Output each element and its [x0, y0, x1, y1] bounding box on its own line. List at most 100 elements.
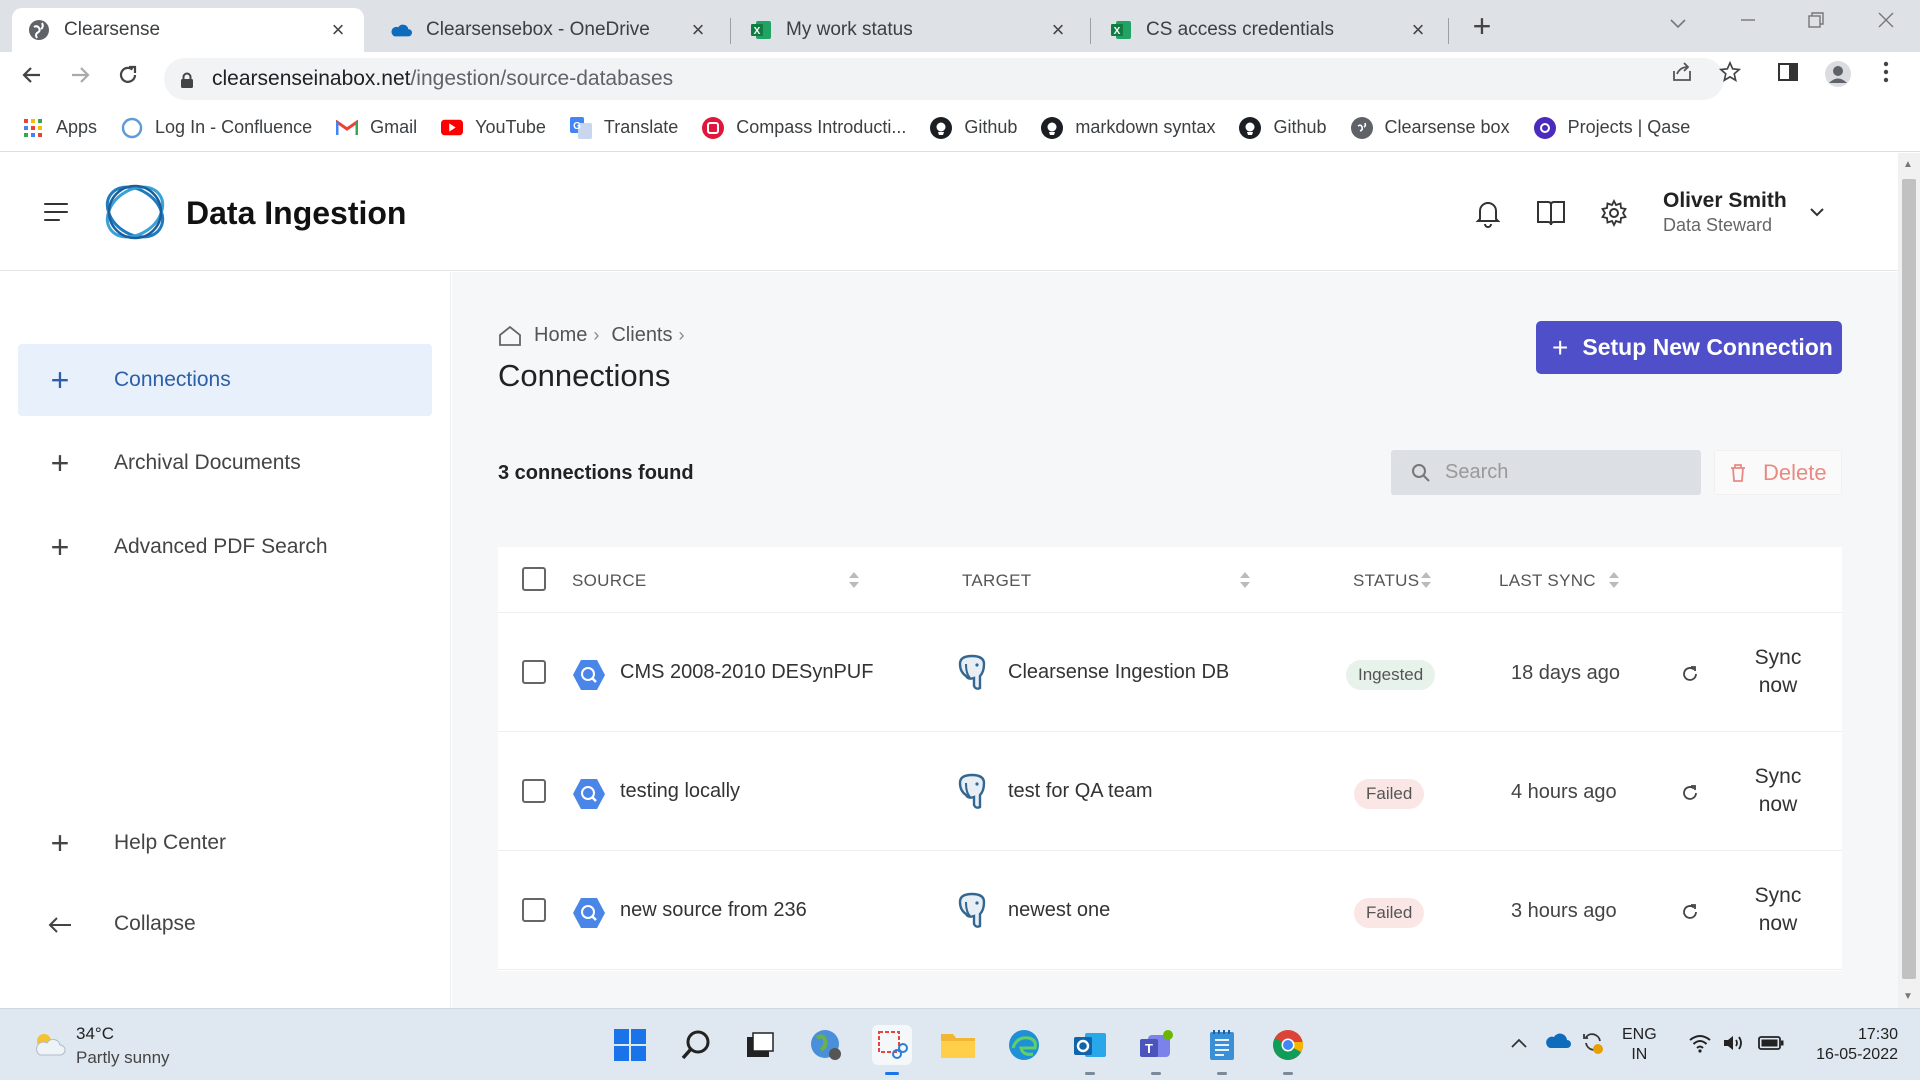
minimize-icon[interactable]	[1726, 4, 1770, 40]
sidebar-item-collapse[interactable]: Collapse	[18, 888, 432, 960]
bookmark-confluence[interactable]: Log In - Confluence	[121, 117, 312, 139]
bookmark-clearsense-box[interactable]: Clearsense box	[1350, 116, 1510, 139]
sidebar-item-archival-documents[interactable]: + Archival Documents	[18, 427, 432, 499]
teams-icon[interactable]: T	[1136, 1025, 1176, 1075]
tab-search-chevron-icon[interactable]	[1656, 4, 1700, 40]
edge-icon[interactable]	[1004, 1025, 1044, 1065]
sidebar-item-label: Archival Documents	[114, 451, 301, 474]
page-scrollbar[interactable]: ▲ ▼	[1898, 153, 1920, 1008]
sync-status-icon[interactable]	[1580, 1029, 1606, 1060]
volume-icon[interactable]	[1722, 1033, 1746, 1058]
home-icon[interactable]	[498, 325, 522, 347]
table-row[interactable]: CMS 2008-2010 DESynPUF Clearsense Ingest…	[498, 614, 1842, 732]
tray-chevron-up-icon[interactable]	[1510, 1033, 1528, 1054]
table-row[interactable]: new source from 236 newest one Failed 3 …	[498, 852, 1842, 970]
close-tab-icon[interactable]: ×	[328, 17, 348, 43]
select-all-checkbox[interactable]	[522, 567, 546, 591]
close-tab-icon[interactable]: ×	[1408, 17, 1428, 43]
bookmark-star-icon[interactable]	[1712, 60, 1748, 92]
search-input[interactable]	[1445, 461, 1685, 484]
bookmark-youtube[interactable]: YouTube	[441, 117, 546, 139]
column-header-status[interactable]: STATUS	[1353, 571, 1419, 591]
back-icon[interactable]	[14, 60, 50, 96]
user-name[interactable]: Oliver Smith	[1663, 189, 1787, 213]
bookmark-github[interactable]: Github	[930, 116, 1017, 139]
scrollbar-thumb[interactable]	[1902, 179, 1916, 979]
sidebar-item-advanced-pdf-search[interactable]: + Advanced PDF Search	[18, 511, 432, 583]
file-explorer-icon[interactable]	[938, 1025, 978, 1065]
tab-my-work-status[interactable]: X My work status ×	[734, 8, 1084, 52]
tab-title: My work status	[786, 19, 913, 40]
notepad-icon[interactable]	[1202, 1025, 1242, 1075]
more-menu-icon[interactable]	[1868, 60, 1904, 92]
scroll-up-arrow-icon[interactable]: ▲	[1903, 159, 1913, 170]
wifi-icon[interactable]	[1688, 1033, 1712, 1058]
onedrive-cloud-icon[interactable]	[1545, 1031, 1571, 1054]
confluence-icon	[121, 117, 143, 139]
column-header-source[interactable]: SOURCE	[572, 571, 647, 591]
close-window-icon[interactable]	[1864, 4, 1908, 40]
profile-avatar-icon[interactable]	[1820, 60, 1856, 92]
bell-icon[interactable]	[1472, 197, 1504, 229]
column-header-target[interactable]: TARGET	[962, 571, 1032, 591]
sync-now-button[interactable]: Sync now	[1738, 882, 1818, 938]
sort-icon[interactable]	[848, 569, 860, 591]
refresh-icon[interactable]	[1680, 783, 1700, 803]
setup-new-connection-button[interactable]: + Setup New Connection	[1536, 321, 1842, 374]
sync-now-button[interactable]: Sync now	[1738, 763, 1818, 819]
menu-toggle-icon[interactable]	[44, 203, 68, 221]
sync-now-button[interactable]: Sync now	[1738, 644, 1818, 700]
partly-sunny-icon[interactable]	[30, 1029, 66, 1059]
side-panel-icon[interactable]	[1770, 60, 1806, 92]
restore-icon[interactable]	[1794, 4, 1838, 40]
bookmark-markdown-syntax[interactable]: markdown syntax	[1041, 116, 1215, 139]
bookmark-github-2[interactable]: Github	[1239, 116, 1327, 139]
bookmark-compass[interactable]: Compass Introducti...	[702, 116, 906, 139]
bookmark-apps[interactable]: Apps	[22, 117, 97, 139]
system-clock[interactable]: 17:30 16-05-2022	[1802, 1025, 1898, 1065]
breadcrumb-clients[interactable]: Clients	[611, 324, 672, 347]
delete-button[interactable]: Delete	[1714, 450, 1842, 495]
globe-vpn-icon[interactable]	[806, 1025, 846, 1065]
bookmark-translate[interactable]: G Translate	[569, 116, 678, 139]
forward-icon[interactable]	[62, 60, 98, 96]
sort-icon[interactable]	[1608, 569, 1620, 591]
search-box[interactable]	[1391, 450, 1701, 495]
windows-start-icon[interactable]	[610, 1025, 650, 1065]
row-checkbox[interactable]	[522, 660, 546, 684]
bookmark-qase[interactable]: Projects | Qase	[1533, 116, 1690, 139]
chevron-down-icon[interactable]	[1806, 201, 1828, 223]
scroll-down-arrow-icon[interactable]: ▼	[1903, 991, 1913, 1002]
tab-onedrive[interactable]: Clearsensebox - OneDrive ×	[374, 8, 724, 52]
sort-icon[interactable]	[1239, 569, 1251, 591]
new-tab-icon[interactable]: +	[1464, 8, 1500, 44]
column-header-last-sync[interactable]: LAST SYNC	[1499, 571, 1596, 591]
sidebar-item-help-center[interactable]: + Help Center	[18, 807, 432, 879]
bookmark-gmail[interactable]: Gmail	[336, 117, 417, 139]
refresh-icon[interactable]	[1680, 664, 1700, 684]
address-bar[interactable]: clearsenseinabox.net/ingestion/source-da…	[164, 58, 1724, 100]
chrome-icon[interactable]	[1268, 1025, 1308, 1075]
row-checkbox[interactable]	[522, 779, 546, 803]
search-icon[interactable]	[676, 1025, 716, 1065]
row-checkbox[interactable]	[522, 898, 546, 922]
sort-icon[interactable]	[1420, 569, 1432, 591]
close-tab-icon[interactable]: ×	[688, 17, 708, 43]
snipping-tool-icon[interactable]	[872, 1025, 912, 1075]
refresh-icon[interactable]	[1680, 902, 1700, 922]
tab-clearsense[interactable]: Clearsense ×	[12, 8, 364, 52]
share-icon[interactable]	[1664, 60, 1700, 92]
book-icon[interactable]	[1535, 197, 1567, 229]
tab-cs-access-credentials[interactable]: X CS access credentials ×	[1094, 8, 1444, 52]
close-tab-icon[interactable]: ×	[1048, 17, 1068, 43]
sidebar-item-connections[interactable]: + Connections	[18, 344, 432, 416]
breadcrumb-home[interactable]: Home	[534, 324, 587, 347]
gear-icon[interactable]	[1598, 197, 1630, 229]
reload-icon[interactable]	[110, 60, 146, 96]
table-row[interactable]: testing locally test for QA team Failed …	[498, 733, 1842, 851]
clearsense-logo-icon	[100, 177, 170, 247]
outlook-icon[interactable]	[1070, 1025, 1110, 1075]
input-language[interactable]: ENG IN	[1622, 1025, 1657, 1065]
task-view-icon[interactable]	[740, 1025, 780, 1065]
battery-icon[interactable]	[1758, 1035, 1784, 1056]
